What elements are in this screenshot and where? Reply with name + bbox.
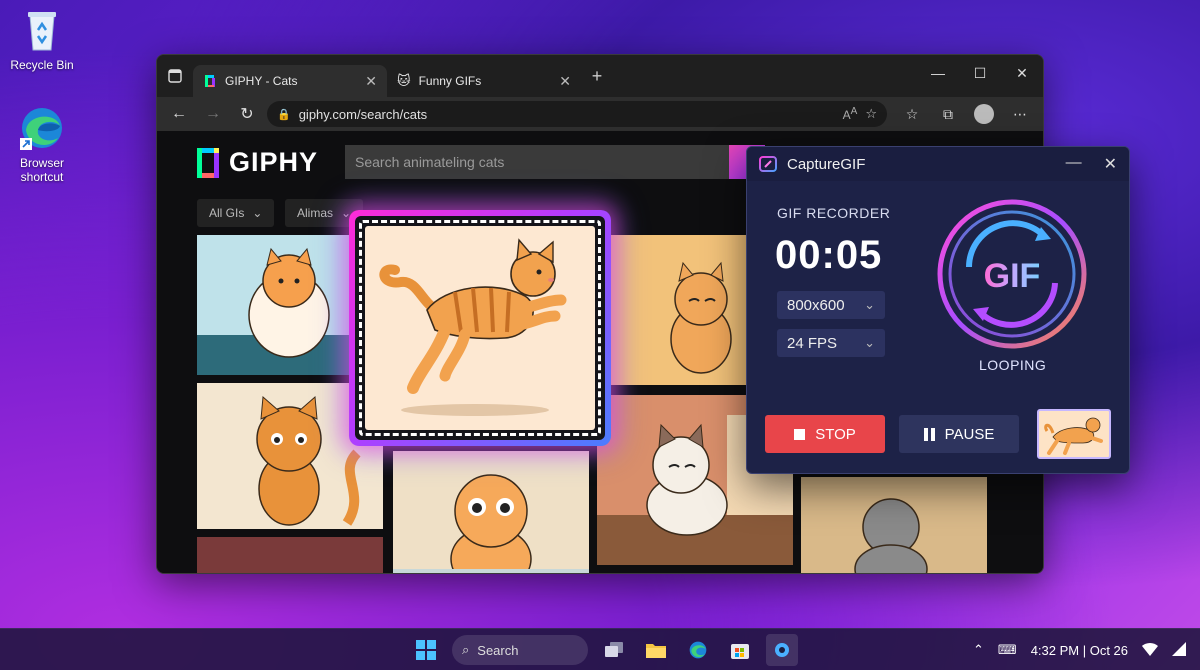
resolution-value: 800x600 bbox=[787, 296, 845, 314]
gif-preview-thumbnail[interactable] bbox=[1037, 409, 1111, 459]
capturegif-title: CaptureGIF bbox=[787, 155, 866, 173]
battery-icon[interactable] bbox=[1172, 641, 1186, 659]
chevron-down-icon: ⌄ bbox=[864, 297, 875, 312]
chevron-up-icon[interactable]: ⌃ bbox=[973, 642, 984, 658]
browser-toolbar: ← → ↻ 🔒 giphy.com/search/cats AA ☆ ☆ ⧉ ⋯ bbox=[157, 97, 1043, 131]
tab-giphy-cats[interactable]: GIPHY - Cats ✕ bbox=[193, 65, 387, 97]
gif-tile[interactable] bbox=[393, 569, 589, 573]
favorites-icon[interactable]: ☆ bbox=[897, 100, 927, 128]
resolution-dropdown[interactable]: 800x600 ⌄ bbox=[777, 291, 885, 319]
edge-taskbar-button[interactable] bbox=[682, 634, 714, 666]
window-controls: — ☐ ✕ bbox=[917, 55, 1043, 91]
new-tab-button[interactable]: + bbox=[581, 66, 613, 87]
keyboard-icon[interactable]: ⌨ bbox=[998, 642, 1017, 658]
tab-actions-button[interactable] bbox=[157, 55, 193, 97]
filter-label: All GIs bbox=[209, 206, 245, 220]
back-button[interactable]: ← bbox=[165, 100, 193, 128]
file-explorer-button[interactable] bbox=[640, 634, 672, 666]
wifi-icon[interactable] bbox=[1142, 642, 1158, 659]
edge-browser-icon bbox=[18, 104, 66, 152]
giphy-logo-text: GIPHY bbox=[229, 147, 319, 177]
forward-button[interactable]: → bbox=[199, 100, 227, 128]
minimize-button[interactable]: — bbox=[917, 55, 959, 91]
desktop-icon-label: Recycle Bin bbox=[10, 58, 74, 72]
tab-strip: GIPHY - Cats ✕ 🐱 Funny GIFs ✕ + — ☐ ✕ bbox=[157, 55, 1043, 97]
gif-badge-text: GIF bbox=[984, 257, 1041, 295]
chevron-down-icon: ⌄ bbox=[864, 335, 875, 350]
tab-close-icon[interactable]: ✕ bbox=[365, 73, 377, 90]
selected-gif-preview bbox=[365, 226, 595, 430]
stop-icon bbox=[794, 428, 806, 440]
minimize-button[interactable]: — bbox=[1066, 154, 1082, 174]
recorder-section-label: GIF RECORDER bbox=[777, 205, 891, 221]
store-button[interactable] bbox=[724, 634, 756, 666]
favorite-star-icon[interactable]: ☆ bbox=[865, 106, 877, 122]
stop-button[interactable]: STOP bbox=[765, 415, 885, 453]
profile-avatar[interactable] bbox=[969, 100, 999, 128]
more-menu-icon[interactable]: ⋯ bbox=[1005, 100, 1035, 128]
giphy-search-input[interactable]: Search animateling cats bbox=[345, 145, 729, 179]
pause-icon bbox=[923, 427, 935, 441]
pause-button[interactable]: PAUSE bbox=[899, 415, 1019, 453]
capturegif-app-icon bbox=[759, 156, 777, 172]
desktop-icon-label: Browser shortcut bbox=[19, 156, 64, 184]
fps-dropdown[interactable]: 24 FPS ⌄ bbox=[777, 329, 885, 357]
collections-icon[interactable]: ⧉ bbox=[933, 100, 963, 128]
stop-label: STOP bbox=[815, 425, 856, 443]
search-icon: ⌕ bbox=[462, 642, 470, 657]
giphy-logo[interactable]: GIPHY bbox=[197, 147, 318, 178]
gif-tile[interactable] bbox=[801, 477, 987, 573]
capturegif-window: CaptureGIF — ✕ GIF RECORDER 00:05 800x60… bbox=[746, 146, 1130, 474]
refresh-button[interactable]: ↻ bbox=[233, 100, 261, 128]
read-aloud-icon[interactable]: AA bbox=[843, 106, 858, 122]
windows-start-icon bbox=[416, 640, 436, 660]
lock-icon[interactable]: 🔒 bbox=[277, 108, 291, 121]
filter-dropdown[interactable]: All GIs ⌄ bbox=[197, 199, 275, 227]
looping-label: LOOPING bbox=[979, 357, 1047, 373]
tab-close-icon[interactable]: ✕ bbox=[559, 73, 571, 90]
taskbar-search-label: Search bbox=[477, 642, 519, 658]
desktop-icon-browser-shortcut[interactable]: Browser shortcut bbox=[0, 104, 84, 184]
tab-funny-gifs[interactable]: 🐱 Funny GIFs ✕ bbox=[387, 65, 581, 97]
store-icon bbox=[731, 644, 749, 659]
taskbar-search[interactable]: ⌕ Search bbox=[452, 635, 588, 665]
capturegif-titlebar[interactable]: CaptureGIF — ✕ bbox=[747, 147, 1129, 181]
capture-region bbox=[355, 216, 605, 440]
task-view-icon bbox=[605, 642, 623, 657]
url-text: giphy.com/search/cats bbox=[298, 106, 428, 122]
capturegif-taskbar-button[interactable] bbox=[766, 634, 798, 666]
recording-timer: 00:05 bbox=[775, 233, 883, 277]
capture-region-frame[interactable] bbox=[349, 210, 611, 446]
maximize-button[interactable]: ☐ bbox=[959, 55, 1001, 91]
chevron-down-icon: ⌄ bbox=[252, 206, 263, 220]
fps-value: 24 FPS bbox=[787, 334, 838, 352]
address-bar[interactable]: 🔒 giphy.com/search/cats AA ☆ bbox=[267, 101, 887, 127]
tab-label: GIPHY - Cats bbox=[225, 74, 298, 88]
folder-icon bbox=[646, 644, 666, 658]
gif-loop-badge: GIF bbox=[933, 197, 1091, 355]
close-button[interactable]: ✕ bbox=[1104, 154, 1117, 174]
pause-label: PAUSE bbox=[944, 425, 995, 443]
desktop-icon-recycle-bin[interactable]: Recycle Bin bbox=[0, 6, 84, 72]
tab-actions-icon bbox=[168, 69, 182, 83]
filter-label: Alimas bbox=[297, 206, 334, 220]
giphy-favicon-icon bbox=[205, 75, 215, 87]
task-view-button[interactable] bbox=[598, 634, 630, 666]
giphy-logo-icon bbox=[197, 147, 219, 178]
start-button[interactable] bbox=[410, 634, 442, 666]
edge-browser-icon bbox=[689, 641, 707, 659]
tab-label: Funny GIFs bbox=[418, 74, 482, 88]
recycle-bin-icon bbox=[18, 6, 66, 54]
gif-tile[interactable] bbox=[393, 451, 589, 573]
gif-tile[interactable] bbox=[197, 537, 383, 573]
clock-text[interactable]: 4:32 PM | Oct 26 bbox=[1031, 643, 1128, 658]
close-button[interactable]: ✕ bbox=[1001, 55, 1043, 91]
taskbar: ⌕ Search ⌃ ⌨ 4:32 PM | Oct 26 bbox=[0, 628, 1200, 670]
capturegif-gear-icon bbox=[775, 643, 789, 657]
cat-favicon-icon: 🐱 bbox=[397, 73, 411, 88]
system-tray: ⌃ ⌨ 4:32 PM | Oct 26 bbox=[973, 629, 1186, 670]
